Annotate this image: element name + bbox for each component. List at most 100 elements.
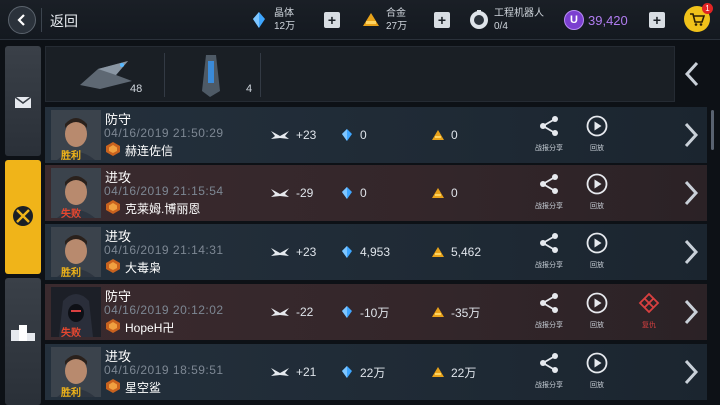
medal-change: +23	[270, 244, 316, 260]
battle-time: 04/16/2019 20:12:02	[104, 303, 224, 317]
frigate-ship-icon	[202, 55, 220, 97]
medal-value: -22	[296, 305, 314, 319]
fighter-count: 48	[130, 83, 143, 95]
crystal-icon	[342, 366, 352, 378]
battle-result: 胜利	[61, 151, 81, 162]
divider	[260, 53, 261, 97]
chevron-right-icon	[684, 180, 699, 206]
robot-resource[interactable]: 工程机器人 0/4	[468, 4, 544, 36]
battle-row[interactable]: 胜利 防守 04/16/2019 21:50:29 赫连佐信 +23 0 0 战…	[45, 107, 707, 163]
top-bar: 返回 晶体 12万 + 合金 27万 + 工程机器人 0/4 U 39,420 + 1	[0, 0, 720, 40]
replay-button[interactable]: 回放	[577, 173, 617, 211]
tab-mail[interactable]	[5, 46, 41, 156]
tab-battle-report[interactable]	[5, 160, 41, 274]
alloy-value: -35万	[451, 305, 481, 320]
chevron-right-icon	[684, 299, 699, 325]
chevron-right-icon	[684, 122, 699, 148]
robot-value: 0/4	[494, 21, 508, 32]
back-button[interactable]	[8, 6, 36, 34]
medal-change: +21	[270, 364, 316, 380]
fighter-ship-icon	[80, 61, 132, 89]
add-premium-button[interactable]: +	[649, 12, 665, 28]
tab-ranking[interactable]	[5, 278, 41, 405]
battle-time: 04/16/2019 21:15:54	[104, 184, 224, 198]
play-circle-icon	[586, 352, 608, 374]
podium-icon	[11, 325, 35, 341]
replay-button[interactable]: 回放	[577, 115, 617, 153]
replay-button[interactable]: 回放	[577, 232, 617, 270]
wings-icon	[271, 131, 289, 139]
share-label: 战报分享	[535, 262, 563, 269]
battle-time: 04/16/2019 21:14:31	[104, 243, 224, 257]
robot-name: 工程机器人	[494, 8, 544, 19]
opponent-name: 大毒枭	[125, 261, 162, 275]
play-circle-icon	[586, 173, 608, 195]
row-detail-arrow[interactable]	[676, 224, 706, 280]
replay-button[interactable]: 回放	[577, 292, 617, 330]
crystal-icon	[342, 187, 352, 199]
add-crystal-button[interactable]: +	[324, 12, 340, 28]
share-report-button[interactable]: 战报分享	[529, 115, 569, 153]
alloy-icon	[432, 130, 444, 140]
alloy-value: 27万	[386, 21, 408, 32]
crystal-icon	[248, 9, 270, 31]
medal-change: -29	[270, 185, 313, 201]
row-detail-arrow[interactable]	[676, 344, 706, 400]
share-report-button[interactable]: 战报分享	[529, 292, 569, 330]
revenge-icon	[638, 292, 660, 314]
crystal-value: 12万	[274, 21, 296, 32]
row-detail-arrow[interactable]	[676, 284, 706, 340]
crystal-resource: 晶体 12万	[248, 4, 295, 36]
rank-badge-icon	[106, 200, 120, 214]
scrollbar[interactable]	[711, 110, 714, 150]
alloy-change: 5,462	[431, 244, 481, 260]
opponent-name: 星空鲨	[125, 381, 162, 395]
row-detail-arrow[interactable]	[676, 107, 706, 163]
chevron-left-icon	[684, 61, 699, 87]
mail-icon	[14, 96, 32, 108]
replay-label: 回放	[590, 145, 604, 152]
battle-result: 胜利	[61, 388, 81, 399]
share-icon	[540, 293, 558, 313]
battle-result: 胜利	[61, 268, 81, 279]
share-report-button[interactable]: 战报分享	[529, 173, 569, 211]
revenge-button[interactable]: 复仇	[629, 292, 669, 330]
back-label[interactable]: 返回	[50, 11, 78, 31]
alloy-icon	[432, 367, 444, 377]
share-icon	[540, 174, 558, 194]
rank-badge-icon	[106, 142, 120, 156]
crystal-change: 0	[340, 127, 367, 143]
share-icon	[540, 233, 558, 253]
medal-value: +23	[296, 128, 317, 142]
alloy-icon	[432, 188, 444, 198]
fleet-collapse-button[interactable]	[678, 46, 706, 102]
share-report-button[interactable]: 战报分享	[529, 232, 569, 270]
medal-change: +23	[270, 127, 316, 143]
crystal-change: 0	[340, 185, 367, 201]
cart-icon	[690, 13, 705, 26]
replay-label: 回放	[590, 203, 604, 210]
battle-row[interactable]: 胜利 进攻 04/16/2019 21:14:31 大毒枭 +23 4,953 …	[45, 224, 707, 280]
alloy-icon	[432, 307, 444, 317]
battle-row[interactable]: 胜利 进攻 04/16/2019 18:59:51 星空鲨 +21 22万 22…	[45, 344, 707, 400]
crystal-value: 22万	[360, 365, 386, 380]
battle-time: 04/16/2019 18:59:51	[104, 363, 224, 377]
row-detail-arrow[interactable]	[676, 165, 706, 221]
replay-button[interactable]: 回放	[577, 352, 617, 390]
play-circle-icon	[586, 292, 608, 314]
battle-row[interactable]: 失败 防守 04/16/2019 20:12:02 HopeH卍 -22 -10…	[45, 284, 707, 340]
medal-value: +23	[296, 245, 317, 259]
chevron-right-icon	[684, 239, 699, 265]
share-label: 战报分享	[535, 322, 563, 329]
wings-icon	[271, 248, 289, 256]
wings-icon	[271, 308, 289, 316]
replay-label: 回放	[590, 262, 604, 269]
share-report-button[interactable]: 战报分享	[529, 352, 569, 390]
wings-icon	[271, 368, 289, 376]
crystal-icon	[342, 246, 352, 258]
crystal-change: 4,953	[340, 244, 390, 260]
crystal-icon	[342, 129, 352, 141]
battle-row[interactable]: 失败 进攻 04/16/2019 21:15:54 克莱姆.博丽恩 -29 0 …	[45, 165, 707, 221]
add-alloy-button[interactable]: +	[434, 12, 450, 28]
rank-badge-icon	[106, 319, 120, 333]
